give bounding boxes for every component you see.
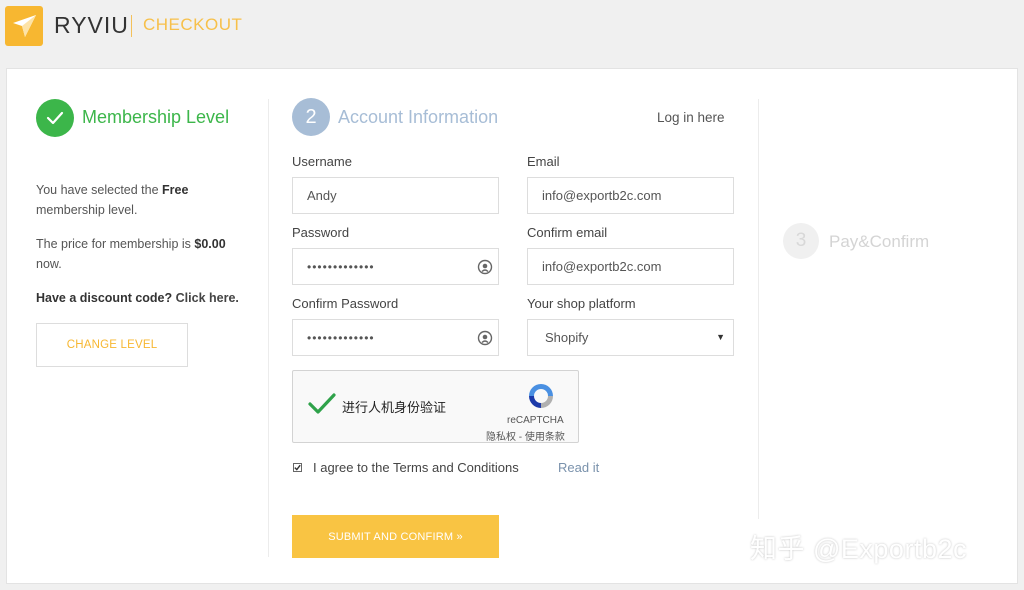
checkbox-check-icon: [294, 464, 301, 471]
watermark: 知乎 @Exportb2c: [750, 534, 967, 564]
step3-title: Pay&Confirm: [829, 232, 930, 251]
platform-label: Your shop platform: [527, 296, 636, 311]
discount-text: Have a discount code? Click here.: [36, 291, 239, 305]
email-input[interactable]: info@exportb2c.com: [527, 177, 734, 214]
terms-checkbox[interactable]: [293, 463, 302, 472]
username-input[interactable]: Andy: [292, 177, 499, 214]
step1-title: Membership Level: [82, 107, 230, 127]
confirm-password-input[interactable]: •••••••••••••: [292, 319, 499, 356]
submit-confirm-button[interactable]: SUBMIT AND CONFIRM »: [292, 515, 499, 558]
step2-title: Account Information: [338, 107, 499, 127]
password-value: •••••••••••••: [307, 260, 375, 274]
step1-complete-icon: [36, 99, 74, 137]
confirm-password-label: Confirm Password: [292, 296, 399, 311]
brand-separator: [131, 15, 132, 37]
discount-link[interactable]: Click here.: [176, 291, 239, 305]
read-terms-link[interactable]: Read it: [558, 460, 599, 475]
header: RYVIU CHECKOUT: [0, 0, 1024, 60]
column-divider: [268, 99, 269, 557]
login-link[interactable]: Log in here: [657, 110, 725, 125]
recaptcha-widget: 进行人机身份验证 reCAPTCHA 隐私权 - 使用条款: [292, 370, 579, 443]
step2-number: 2: [292, 98, 330, 136]
price-value: $0.00: [194, 237, 226, 251]
change-level-button[interactable]: CHANGE LEVEL: [36, 323, 188, 367]
recaptcha-brand: reCAPTCHA: [507, 415, 564, 426]
show-password-icon[interactable]: [477, 259, 493, 275]
step3-number: 3: [783, 223, 819, 259]
checkout-card: Membership Level You have selected the F…: [6, 68, 1018, 584]
price-text: The price for membership is $0.00 now.: [36, 237, 226, 271]
platform-select[interactable]: Shopify ▼: [527, 319, 734, 356]
confirm-email-label: Confirm email: [527, 225, 608, 240]
recaptcha-logo-icon: [529, 384, 553, 408]
email-label: Email: [527, 154, 560, 169]
recaptcha-links[interactable]: 隐私权 - 使用条款: [486, 428, 565, 443]
column-divider: [758, 99, 759, 519]
terms-label: I agree to the Terms and Conditions: [313, 460, 519, 475]
ryviu-logo-icon[interactable]: [5, 6, 43, 46]
captcha-label: 进行人机身份验证: [342, 400, 447, 415]
captcha-checkmark-icon[interactable]: [307, 391, 337, 417]
selected-level: Free: [162, 183, 189, 197]
dropdown-arrow-icon: ▼: [716, 332, 725, 342]
brand-name[interactable]: RYVIU: [54, 12, 129, 39]
username-label: Username: [292, 154, 352, 169]
password-input[interactable]: •••••••••••••: [292, 248, 499, 285]
show-password-icon[interactable]: [477, 330, 493, 346]
password-label: Password: [292, 225, 350, 240]
section-title: CHECKOUT: [143, 15, 243, 34]
platform-value: Shopify: [545, 330, 589, 345]
selected-level-text: You have selected the Free membership le…: [36, 183, 189, 217]
confirm-email-input[interactable]: info@exportb2c.com: [527, 248, 734, 285]
confirm-password-value: •••••••••••••: [307, 331, 375, 345]
